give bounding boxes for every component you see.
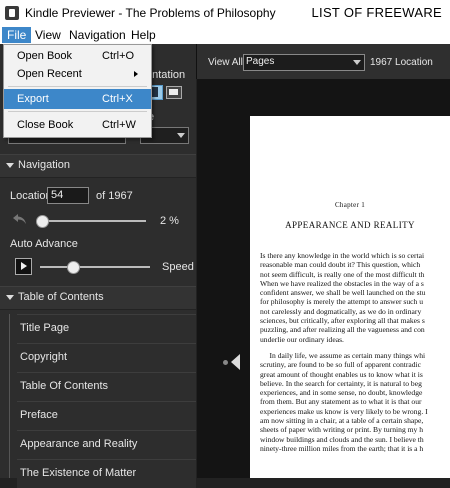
view-toolbar: View All Pages 1967 Location <box>196 44 450 79</box>
page-text-line: underlie our ordinary ideas. <box>260 334 344 344</box>
page-text-line: scrutiny, are found to be so full of app… <box>260 360 422 370</box>
submenu-arrow-icon <box>134 71 138 77</box>
chevron-down-icon <box>353 60 361 65</box>
auto-advance-label: Auto Advance <box>10 238 78 250</box>
page-text-line: experiences, and in some sense, no doubt… <box>260 388 423 398</box>
page-text-line: believe. In the search for certainty, it… <box>260 378 422 388</box>
view-all-label: View All <box>208 57 243 68</box>
menu-item-export[interactable]: Export Ctrl+X <box>4 89 151 109</box>
toc-item-label: Preface <box>20 409 58 421</box>
menu-item-label: Open Recent <box>17 68 82 80</box>
collapse-triangle-icon <box>6 295 14 300</box>
page-text-line: not seem difficult, is really one of the… <box>260 269 425 279</box>
toc-header-label: Table of Contents <box>18 291 104 303</box>
menu-navigation[interactable]: Navigation <box>64 27 131 43</box>
page-text-line: sheets of paper with writing or print. B… <box>260 425 424 435</box>
menu-separator <box>8 111 147 112</box>
page-text-line: puzzling, and after realizing all the va… <box>260 325 425 335</box>
menu-item-label: Close Book <box>17 119 74 131</box>
menu-item-close-book[interactable]: Close Book Ctrl+W <box>4 115 151 135</box>
toc-item-copyright[interactable]: Copyright <box>17 343 196 372</box>
page-text-line: am now sitting in a chair, at a table of… <box>260 416 424 426</box>
location-slider-track[interactable] <box>40 220 146 222</box>
toc-item-label: Table Of Contents <box>20 380 109 392</box>
progress-percent: 2 % <box>160 215 179 227</box>
kindle-app-icon <box>5 6 19 20</box>
toc-item-preface[interactable]: Preface <box>17 401 196 430</box>
title-bar: Kindle Previewer - The Problems of Philo… <box>0 0 450 26</box>
play-button[interactable] <box>15 258 32 275</box>
location-total: of 1967 <box>96 190 133 202</box>
speed-label: Speed <box>162 261 194 273</box>
location-label: Location <box>10 190 52 202</box>
menu-view[interactable]: View <box>30 27 66 43</box>
page-text-line: In daily life, we assume as certain many… <box>260 351 426 360</box>
book-page: Chapter 1 APPEARANCE AND REALITY Is ther… <box>250 116 450 478</box>
menu-help[interactable]: Help <box>126 27 161 43</box>
page-indicator-dot <box>223 360 228 365</box>
menu-separator <box>8 86 147 87</box>
menu-item-label: Export <box>17 93 49 105</box>
page-paragraph-1: Is there any knowledge in the world whic… <box>260 251 450 344</box>
menu-item-shortcut: Ctrl+O <box>102 50 135 62</box>
toc-item-label: Appearance and Reality <box>20 438 138 450</box>
file-menu-dropdown: Open Book Ctrl+O Open Recent Export Ctrl… <box>3 44 152 138</box>
chevron-down-icon <box>177 133 185 138</box>
menu-item-shortcut: Ctrl+X <box>102 93 133 105</box>
toc-item-label: The Existence of Matter <box>20 467 137 479</box>
speed-slider-track[interactable] <box>40 266 150 268</box>
navigation-header-label: Navigation <box>18 159 70 171</box>
menu-item-open-book[interactable]: Open Book Ctrl+O <box>4 46 151 66</box>
previous-page-arrow-icon[interactable] <box>231 354 240 370</box>
view-mode-value: Pages <box>246 56 275 67</box>
location-input[interactable]: 54 <box>47 187 89 204</box>
location-input-value: 54 <box>51 189 64 201</box>
page-text-line: When we have realized the obstacles in t… <box>260 278 424 288</box>
location-count: 1967 Location <box>370 57 433 68</box>
view-mode-dropdown[interactable]: Pages <box>243 54 365 71</box>
toc-item-label: Copyright <box>20 351 68 363</box>
location-slider-knob[interactable] <box>36 215 50 228</box>
toc-section-header[interactable]: Table of Contents <box>0 286 196 310</box>
chapter-heading: APPEARANCE AND REALITY <box>285 220 415 230</box>
page-text-line: from them. But any statement as to what … <box>260 397 422 407</box>
page-text-line: reasonable man could doubt it? This ques… <box>260 260 421 270</box>
toc-item-table-of-contents[interactable]: Table Of Contents <box>17 372 196 401</box>
toc-item-label: Title Page <box>20 322 70 334</box>
page-text-line: experiences make us know is very likely … <box>260 406 428 416</box>
toc-item-appearance-and-reality[interactable]: Appearance and Reality <box>17 430 196 459</box>
page-text-line: sciences, but critically, after explorin… <box>260 316 425 326</box>
watermark-banner: LIST OF FREEWARE <box>311 5 442 20</box>
collapse-triangle-icon <box>6 163 14 168</box>
page-paragraph-2: In daily life, we assume as certain many… <box>260 351 450 453</box>
toc-item-title-page[interactable]: Title Page <box>17 314 196 343</box>
chapter-number: Chapter 1 <box>334 201 366 209</box>
page-text-line: window buildings and clouds and the sun.… <box>260 434 424 444</box>
page-text-line: for philosophy is merely the attempt to … <box>260 297 424 307</box>
menu-item-open-recent[interactable]: Open Recent <box>4 64 151 84</box>
toc-item-existence-of-matter[interactable]: The Existence of Matter <box>17 459 196 488</box>
page-text-line: ninety-three million miles from the eart… <box>260 443 424 453</box>
page-text-line: confident answer, we shall be well launc… <box>260 288 426 298</box>
back-arrow-icon[interactable] <box>12 212 28 226</box>
menu-bar: File View Navigation Help <box>0 26 450 45</box>
navigation-section-header[interactable]: Navigation <box>0 154 196 178</box>
menu-file[interactable]: File <box>2 27 32 43</box>
page-text-line: not carelessly and dogmatically, as we d… <box>260 306 422 316</box>
page-text-line: Is there any knowledge in the world whic… <box>260 251 425 260</box>
page-text-line: great amount of thought enables us to kn… <box>260 369 423 379</box>
speed-slider-knob[interactable] <box>67 261 80 274</box>
landscape-orientation-icon[interactable] <box>166 86 182 99</box>
menu-item-label: Open Book <box>17 50 73 62</box>
window-title: Kindle Previewer - The Problems of Philo… <box>25 6 276 20</box>
play-icon <box>21 262 27 270</box>
menu-item-shortcut: Ctrl+W <box>102 119 136 131</box>
